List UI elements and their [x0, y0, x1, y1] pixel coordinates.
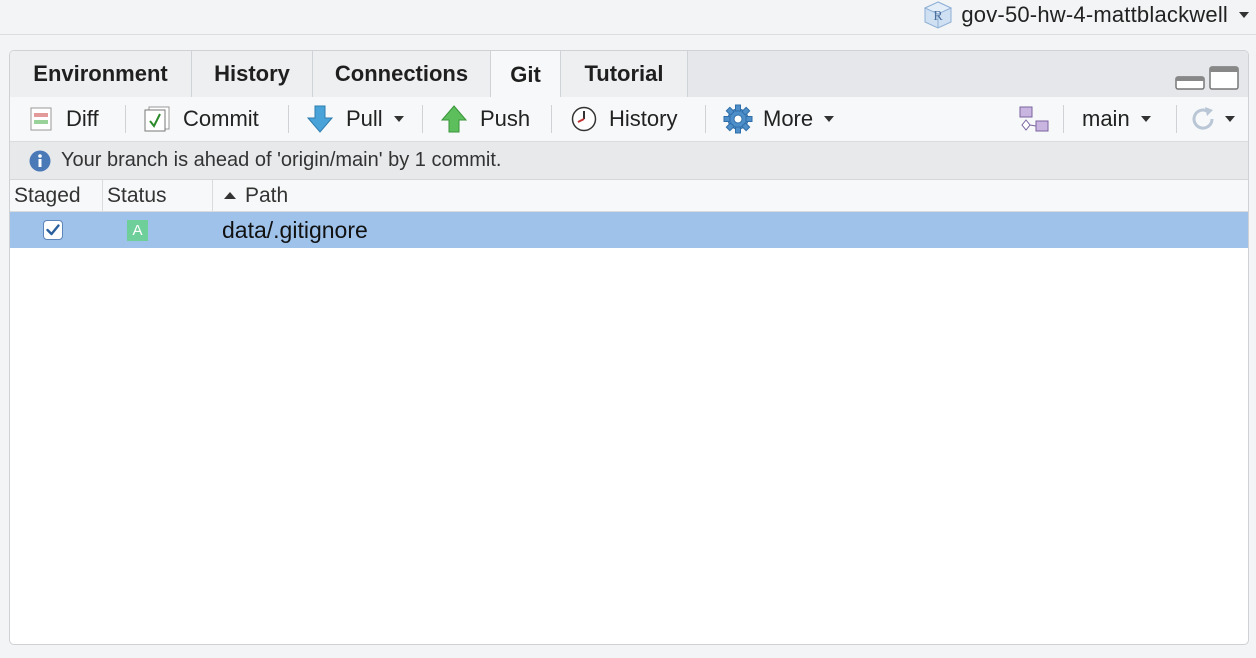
history-button[interactable]: History: [571, 97, 677, 141]
tab-environment[interactable]: Environment: [10, 51, 192, 97]
more-menu-button[interactable]: More: [723, 97, 835, 141]
svg-text:R: R: [934, 9, 944, 24]
toolbar-divider: [1063, 105, 1064, 133]
tab-tutorial[interactable]: Tutorial: [561, 51, 688, 97]
git-pane: Environment History Connections Git Tuto…: [9, 50, 1249, 645]
branch-select[interactable]: main: [1082, 97, 1152, 141]
refresh-icon: [1192, 107, 1214, 130]
commit-label: Commit: [183, 106, 259, 131]
staged-checkbox[interactable]: [43, 220, 63, 240]
column-header-path[interactable]: Path: [213, 180, 1248, 211]
push-button[interactable]: Push: [441, 97, 530, 141]
column-label: Status: [107, 183, 167, 207]
maximize-pane-icon[interactable]: [1209, 66, 1239, 90]
project-bar: R gov-50-hw-4-mattblackwell: [0, 0, 1256, 35]
branch-graph-button[interactable]: [1018, 97, 1050, 141]
tab-git[interactable]: Git: [491, 51, 561, 98]
file-path: data/.gitignore: [222, 216, 368, 243]
tab-label: History: [214, 61, 290, 86]
push-label: Push: [480, 106, 531, 131]
branch-status-message: Your branch is ahead of 'origin/main' by…: [61, 149, 502, 171]
status-badge: A: [127, 220, 148, 241]
chevron-down-icon: [1239, 12, 1249, 18]
diff-label: Diff: [66, 106, 99, 131]
chevron-down-icon: [1225, 116, 1235, 122]
tab-label: Git: [510, 61, 541, 87]
info-icon: [29, 150, 51, 171]
project-name: gov-50-hw-4-mattblackwell: [961, 2, 1228, 27]
checkmark-icon: [46, 224, 60, 236]
column-header-staged[interactable]: Staged: [10, 180, 103, 211]
project-menu-button[interactable]: R gov-50-hw-4-mattblackwell: [923, 0, 1250, 30]
column-label: Staged: [14, 183, 81, 207]
toolbar-divider: [705, 105, 706, 133]
toolbar-divider: [125, 105, 126, 133]
tab-connections[interactable]: Connections: [313, 51, 491, 97]
refresh-button[interactable]: [1188, 97, 1236, 141]
diff-button[interactable]: Diff: [30, 97, 99, 141]
pane-tabstrip: Environment History Connections Git Tuto…: [10, 51, 1248, 98]
chevron-down-icon: [1140, 116, 1151, 122]
pane-window-controls: [1175, 66, 1239, 90]
more-label: More: [763, 106, 814, 131]
chevron-down-icon[interactable]: [393, 115, 405, 123]
push-arrow-icon: [441, 105, 467, 133]
commit-icon: [144, 106, 170, 132]
toolbar-divider: [422, 105, 423, 133]
history-label: History: [609, 106, 678, 131]
clock-icon: [571, 106, 597, 132]
gear-icon: [723, 104, 753, 134]
branch-label: main: [1082, 106, 1130, 131]
pull-label: Pull: [346, 106, 383, 131]
minimize-pane-icon[interactable]: [1175, 76, 1205, 90]
toolbar-divider: [551, 105, 552, 133]
tab-label: Environment: [33, 61, 168, 86]
column-label: Path: [245, 183, 289, 207]
diff-icon: [30, 107, 52, 131]
table-row[interactable]: A data/.gitignore: [10, 212, 1248, 248]
toolbar-divider: [288, 105, 289, 133]
r-project-icon: R: [924, 1, 953, 29]
sort-ascending-icon: [224, 192, 236, 199]
toolbar-divider: [1176, 105, 1177, 133]
chevron-down-icon: [824, 116, 835, 122]
tab-history[interactable]: History: [192, 51, 313, 97]
pull-arrow-icon: [307, 105, 333, 133]
pull-button[interactable]: Pull: [307, 97, 405, 141]
branch-graph-icon: [1019, 106, 1049, 132]
column-header-status[interactable]: Status: [103, 180, 213, 211]
tab-label: Tutorial: [584, 61, 664, 86]
changes-table-header: Staged Status Path: [10, 180, 1248, 212]
branch-status-bar: Your branch is ahead of 'origin/main' by…: [10, 142, 1248, 180]
tab-label: Connections: [334, 61, 469, 86]
git-toolbar: Diff Commit Pull Push History More main: [10, 97, 1248, 142]
commit-button[interactable]: Commit: [144, 97, 259, 141]
